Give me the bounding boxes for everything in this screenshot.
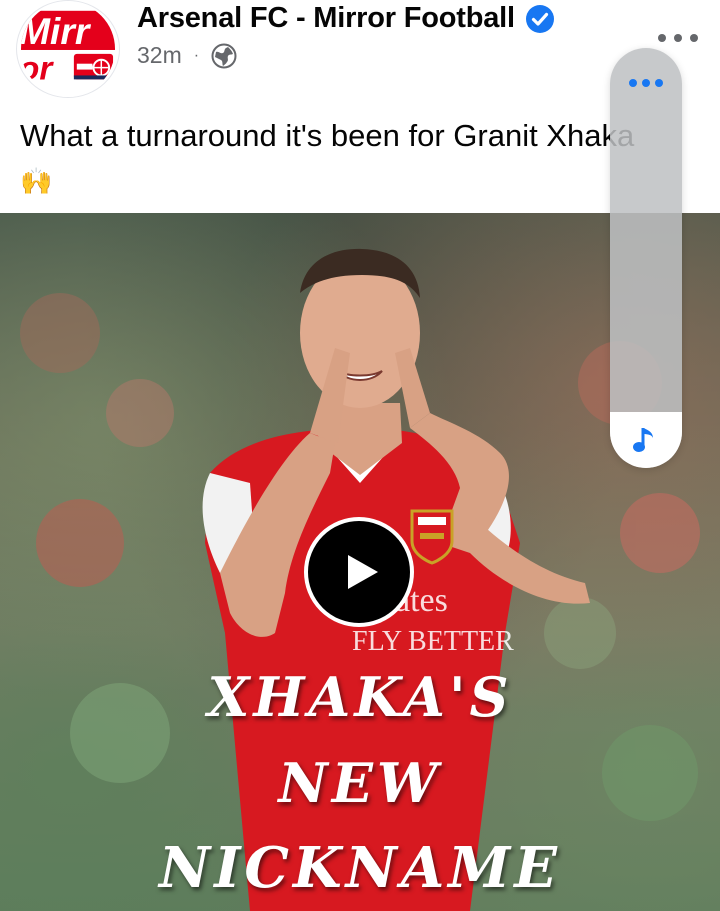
- music-note-icon: [633, 428, 653, 452]
- verified-badge-icon: [525, 4, 554, 33]
- video-caption-line-1: Xhaka's: [207, 665, 513, 729]
- page-name-row[interactable]: Arsenal FC - Mirror Football: [137, 2, 555, 35]
- raising-hands-emoji: 🙌: [20, 166, 53, 196]
- panel-menu-dot: [642, 79, 650, 87]
- page-avatar[interactable]: Mirr or: [16, 0, 120, 98]
- panel-menu-button[interactable]: [610, 48, 682, 118]
- panel-menu-dot: [629, 79, 637, 87]
- music-button[interactable]: [610, 412, 682, 468]
- more-options-button[interactable]: [658, 26, 698, 50]
- more-dot: [690, 34, 698, 42]
- page-name[interactable]: Arsenal FC - Mirror Football: [137, 2, 515, 35]
- post-timestamp[interactable]: 32m: [137, 42, 182, 69]
- floating-scroll-panel[interactable]: [610, 48, 682, 468]
- video-caption-line-2: New: [278, 751, 442, 815]
- post-meta: 32m ·: [137, 42, 237, 69]
- panel-menu-dot: [655, 79, 663, 87]
- more-dot: [658, 34, 666, 42]
- mirror-logo-icon: Mirr or: [19, 1, 116, 97]
- meta-separator: ·: [193, 46, 200, 64]
- more-dot: [674, 34, 682, 42]
- post-message: What a turnaround it's been for Granit X…: [20, 118, 635, 153]
- video-caption-line-3: Nickname: [159, 835, 561, 901]
- post-text: What a turnaround it's been for Granit X…: [20, 114, 700, 203]
- globe-icon: [211, 43, 237, 68]
- play-icon: [348, 555, 378, 589]
- play-button[interactable]: [304, 517, 414, 627]
- svg-text:FLY BETTER: FLY BETTER: [352, 626, 514, 657]
- logo-text-top: Mirr: [19, 10, 92, 52]
